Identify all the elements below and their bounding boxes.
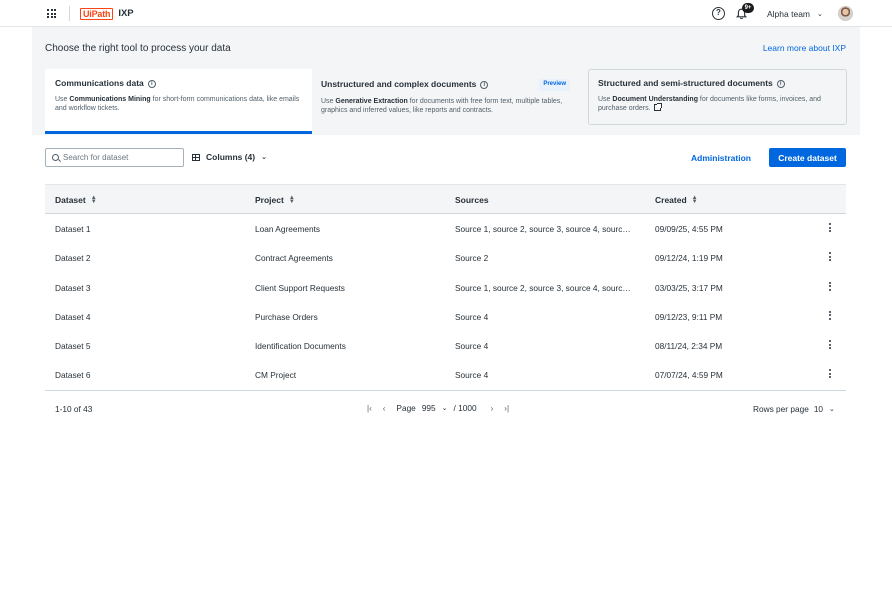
cell-project: Identification Documents [255, 341, 346, 352]
cell-created: 07/07/24, 4:59 PM [655, 370, 723, 381]
row-actions-icon[interactable] [829, 340, 832, 350]
row-actions-icon[interactable] [829, 369, 832, 379]
administration-button[interactable]: Administration [691, 153, 751, 163]
page-select[interactable]: 995 [422, 403, 436, 413]
chevron-down-icon: ⌄ [261, 154, 267, 161]
uipath-logo: UiPath [80, 7, 114, 20]
product-name: IXP [118, 8, 134, 19]
card-description: Use Generative Extraction for documents … [321, 97, 563, 115]
help-icon[interactable]: ? [712, 7, 725, 20]
table-row[interactable]: Dataset 5 Identification Documents Sourc… [45, 331, 846, 360]
card-title: Unstructured and complex documents i Pre… [321, 79, 570, 91]
panel-title: Choose the right tool to process your da… [45, 43, 231, 54]
row-actions-icon[interactable] [829, 281, 832, 291]
column-header-created[interactable]: Created ▲ ▼ [655, 195, 698, 205]
cell-project: Contract Agreements [255, 253, 333, 264]
top-bar: UiPath IXP ? 9+ Alpha team ⌄ [0, 0, 892, 27]
card-title: Communications data i [55, 78, 302, 89]
card-communications-data[interactable]: Communications data i Use Communications… [45, 69, 312, 134]
search-icon [52, 154, 59, 161]
rows-per-page-select[interactable]: 10 [814, 404, 823, 414]
cell-project: CM Project [255, 370, 297, 381]
cell-dataset: Dataset 6 [55, 370, 91, 381]
cell-sources: Source 2 [455, 253, 489, 264]
learn-more-link[interactable]: Learn more about IXP [763, 43, 846, 53]
columns-button[interactable]: Columns (4) ⌄ [192, 152, 267, 162]
page-label: Page [396, 403, 416, 413]
cell-project: Client Support Requests [255, 282, 345, 293]
table-header: Dataset ▲ ▼ Project ▲ ▼ Sources Created ▲ ▼ [45, 184, 846, 214]
row-actions-icon[interactable] [829, 252, 832, 262]
sort-icon[interactable]: ▲ ▼ [91, 195, 97, 205]
info-icon[interactable]: i [147, 79, 156, 88]
column-header-dataset[interactable]: Dataset ▲ ▼ [55, 195, 97, 205]
cell-sources: Source 4 [455, 311, 489, 322]
preview-badge: Preview [539, 79, 570, 91]
chevron-down-icon[interactable]: ⌄ [817, 10, 823, 18]
cell-created: 09/12/23, 9:11 PM [655, 311, 723, 322]
search-input[interactable] [63, 153, 173, 162]
cell-dataset: Dataset 1 [55, 224, 91, 234]
cell-project: Purchase Orders [255, 311, 318, 322]
column-header-sources: Sources [455, 195, 489, 205]
info-icon[interactable]: i [480, 80, 489, 89]
pagination-controls: |‹ ‹ Page 995 ⌄ / 1000 › ›| [367, 403, 520, 413]
row-actions-icon[interactable] [829, 310, 832, 320]
create-dataset-button[interactable]: Create dataset [769, 148, 846, 167]
cell-created: 08/11/24, 2:34 PM [655, 341, 723, 352]
cell-project: Loan Agreements [255, 224, 321, 234]
external-link-icon[interactable] [653, 103, 662, 111]
app-launcher-icon[interactable] [47, 9, 56, 18]
cell-sources: Source 4 [455, 341, 489, 352]
total-pages: / 1000 [453, 403, 477, 413]
table-row[interactable]: Dataset 3 Client Support Requests Source… [45, 273, 846, 302]
sort-icon[interactable]: ▲ ▼ [692, 195, 698, 205]
notification-count-badge: 9+ [742, 3, 754, 13]
card-description: Use Document Understanding for documents… [598, 95, 821, 113]
cell-created: 03/03/25, 3:17 PM [655, 282, 723, 293]
table-row[interactable]: Dataset 4 Purchase Orders Source 4 09/12… [45, 302, 846, 331]
cell-created: 09/12/24, 1:19 PM [655, 253, 723, 264]
table-row[interactable]: Dataset 6 CM Project Source 4 07/07/24, … [45, 360, 846, 389]
cell-dataset: Dataset 3 [55, 282, 91, 293]
card-unstructured-documents[interactable]: Unstructured and complex documents i Pre… [312, 69, 580, 125]
pagination-range: 1-10 of 43 [55, 404, 93, 414]
next-page-icon[interactable]: › [491, 404, 494, 413]
last-page-icon[interactable]: ›| [504, 404, 509, 413]
tenant-selector-label[interactable]: Alpha team [767, 9, 810, 19]
user-avatar[interactable] [838, 6, 853, 21]
cell-sources: Source 4 [455, 370, 489, 381]
previous-page-icon[interactable]: ‹ [383, 404, 386, 413]
tool-chooser-panel: Choose the right tool to process your da… [32, 27, 860, 135]
rows-per-page-label: Rows per page [753, 404, 809, 414]
rows-per-page: Rows per page 10 ⌄ [753, 404, 835, 414]
sort-icon[interactable]: ▲ ▼ [289, 195, 295, 205]
chevron-down-icon[interactable]: ⌄ [442, 404, 448, 412]
row-actions-icon[interactable] [829, 223, 832, 232]
column-header-project[interactable]: Project ▲ ▼ [255, 195, 295, 205]
dataset-search[interactable] [45, 148, 184, 167]
datasets-table: Dataset ▲ ▼ Project ▲ ▼ Sources Created ▲ ▼ Da… [45, 184, 846, 391]
cell-dataset: Dataset 4 [55, 311, 91, 322]
table-columns-icon [192, 153, 200, 161]
cell-created: 09/09/25, 4:55 PM [655, 224, 723, 234]
table-row[interactable]: Dataset 2 Contract Agreements Source 2 0… [45, 243, 846, 272]
topbar-divider [69, 6, 70, 21]
cell-dataset: Dataset 5 [55, 341, 91, 352]
first-page-icon[interactable]: |‹ [367, 404, 372, 413]
chevron-down-icon[interactable]: ⌄ [829, 405, 835, 413]
cell-dataset: Dataset 2 [55, 253, 91, 264]
cell-sources: Source 1, source 2, source 3, source 4, … [455, 224, 635, 234]
card-structured-documents[interactable]: Structured and semi-structured documents… [588, 69, 847, 125]
card-description: Use Communications Mining for short-form… [55, 95, 300, 113]
table-row[interactable]: Dataset 1 Loan Agreements Source 1, sour… [45, 214, 846, 243]
card-title: Structured and semi-structured documents… [598, 78, 836, 89]
cell-sources: Source 1, source 2, source 3, source 4, … [455, 282, 635, 293]
product-logo[interactable]: UiPath IXP [80, 7, 134, 20]
info-icon[interactable]: i [776, 79, 785, 88]
selected-card-indicator [45, 131, 312, 134]
